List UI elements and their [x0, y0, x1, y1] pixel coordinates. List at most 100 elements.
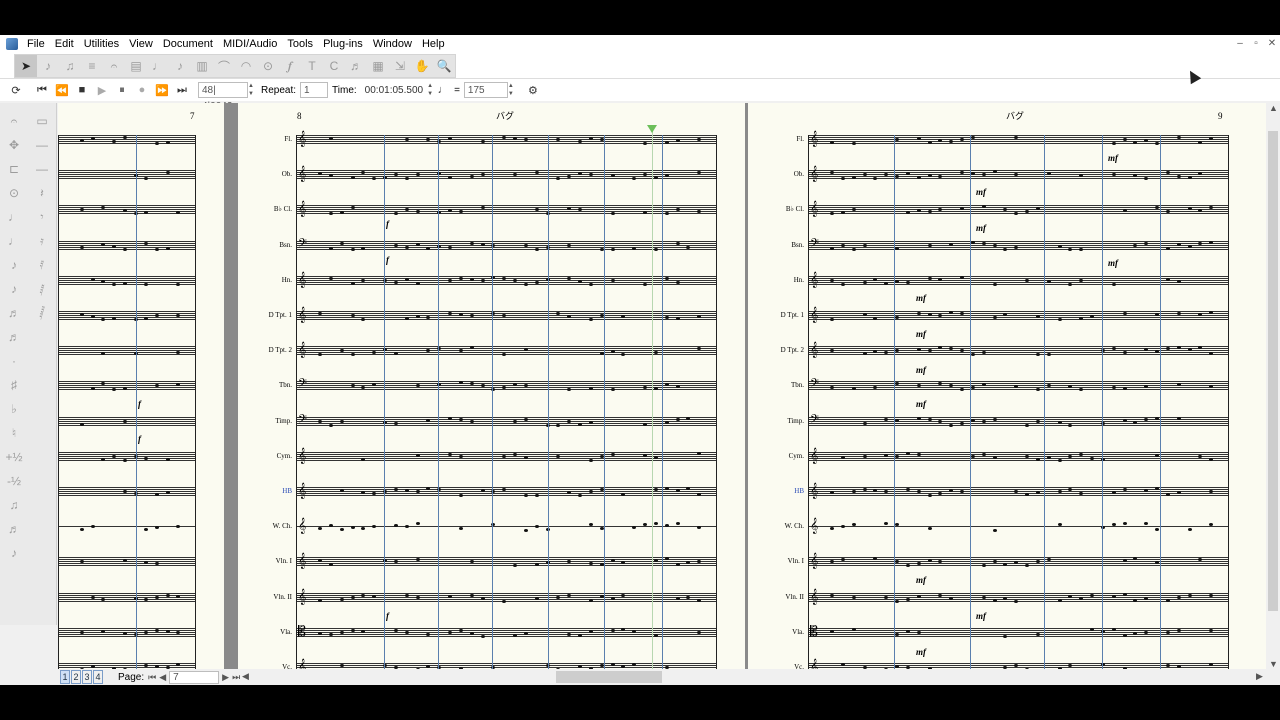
- smart-shape-icon[interactable]: ≡: [81, 55, 103, 77]
- half-step-down-icon[interactable]: -½: [3, 469, 25, 493]
- last-page-icon[interactable]: ⏭: [232, 672, 240, 683]
- playback-position-marker-icon[interactable]: [647, 125, 657, 133]
- scroll-up-icon[interactable]: ▲: [1269, 103, 1278, 113]
- flat-icon[interactable]: ♭: [3, 397, 25, 421]
- pause-icon[interactable]: ⏸: [112, 80, 132, 100]
- speedy-entry-icon[interactable]: ♪: [37, 55, 59, 77]
- hundredtwentyeighth-rest-icon[interactable]: 𝅁: [31, 277, 53, 301]
- menu-view[interactable]: View: [124, 35, 158, 53]
- horizontal-scroll-thumb[interactable]: [556, 671, 662, 683]
- play-icon[interactable]: ▶: [92, 80, 112, 100]
- half-rest-icon[interactable]: —: [31, 133, 53, 157]
- menu-help[interactable]: Help: [417, 35, 450, 53]
- quarter-rest-icon[interactable]: —: [31, 157, 53, 181]
- grace-icon[interactable]: ♪: [3, 541, 25, 565]
- articulation-icon[interactable]: 𝄐: [103, 55, 125, 77]
- lyrics-icon[interactable]: ♬: [345, 55, 367, 77]
- thirtysecond-rest-icon[interactable]: 𝄿: [31, 229, 53, 253]
- page-tab-1[interactable]: 1: [60, 670, 70, 684]
- expression-icon[interactable]: 𝆑: [279, 55, 301, 77]
- menu-midi-audio[interactable]: MIDI/Audio: [218, 35, 282, 53]
- page-layout-icon[interactable]: ▦: [367, 55, 389, 77]
- sixteenth-rest-icon[interactable]: 𝄾: [31, 205, 53, 229]
- counter-spinner[interactable]: ▲ ▼: [248, 82, 257, 98]
- vertical-scroll-thumb[interactable]: [1268, 131, 1278, 611]
- text-tool-icon[interactable]: T: [301, 55, 323, 77]
- rewind-icon[interactable]: ⏪: [52, 80, 72, 100]
- whole-rest-icon[interactable]: ▭: [31, 109, 53, 133]
- tempo-field[interactable]: 175: [463, 82, 508, 98]
- eighth-note-icon[interactable]: ♪: [3, 277, 25, 301]
- measure-counter-field[interactable]: 48| 4|0042: [198, 82, 248, 112]
- beam-icon[interactable]: ♫: [3, 493, 25, 517]
- triplet-icon[interactable]: ♬: [3, 517, 25, 541]
- scroll-down-icon[interactable]: ▼: [1269, 659, 1278, 669]
- sixteenth-note-icon[interactable]: ♬: [3, 301, 25, 325]
- rest-icon[interactable]: ♪: [169, 55, 191, 77]
- scroll-left-icon[interactable]: ◀: [242, 671, 249, 682]
- page-tab-3[interactable]: 3: [82, 670, 92, 684]
- move-icon[interactable]: ✥: [3, 133, 25, 157]
- score-view[interactable]: 7 f f 8 バグ Fl. 𝄞 Ob. 𝄞 B♭ Cl. 𝄞 Bsn. 𝄢 Hn. 𝄞 D Tpt.…: [58, 103, 1266, 669]
- rewind-start-icon[interactable]: ⏮: [32, 80, 52, 100]
- time-spinner[interactable]: ▲ ▼: [427, 82, 436, 98]
- selection-tool-icon[interactable]: ➤: [15, 55, 37, 77]
- next-page-icon[interactable]: ▶: [222, 672, 229, 683]
- notehead: [165, 491, 170, 494]
- first-page-icon[interactable]: ⏮: [148, 672, 156, 683]
- resize-icon[interactable]: ⇲: [389, 55, 411, 77]
- minimize-button[interactable]: –: [1232, 35, 1248, 53]
- tuplet-icon[interactable]: ⊏: [3, 157, 25, 181]
- measure-tool-icon[interactable]: ▥: [191, 55, 213, 77]
- scroll-right-icon[interactable]: ▶: [1256, 671, 1263, 682]
- menu-window[interactable]: Window: [368, 35, 417, 53]
- slur-icon[interactable]: ◠: [235, 55, 257, 77]
- menu-document[interactable]: Document: [158, 35, 218, 53]
- stop-icon[interactable]: ■: [72, 80, 92, 100]
- whole-note-icon[interactable]: ♩: [3, 205, 25, 229]
- quarter-note-icon[interactable]: ♪: [3, 253, 25, 277]
- menu-tools[interactable]: Tools: [282, 35, 318, 53]
- eighth-rest-icon[interactable]: 𝄽: [31, 181, 53, 205]
- page-tab-2[interactable]: 2: [71, 670, 81, 684]
- record-icon[interactable]: ●: [132, 80, 152, 100]
- staff-line: [58, 242, 195, 244]
- previous-page-icon[interactable]: ◀: [159, 672, 166, 683]
- eraser-icon[interactable]: 𝄐: [3, 109, 25, 133]
- page-number-field[interactable]: 7: [169, 670, 220, 684]
- close-button[interactable]: ✕: [1264, 35, 1280, 53]
- half-note-icon[interactable]: ♩: [3, 229, 25, 253]
- restore-button[interactable]: ▫: [1248, 35, 1264, 53]
- chord-icon[interactable]: C: [323, 55, 345, 77]
- tie-icon[interactable]: ⌒: [213, 55, 235, 77]
- simple-entry-icon[interactable]: ♫: [59, 55, 81, 77]
- playback-cursor[interactable]: [652, 129, 653, 669]
- fast-forward-icon[interactable]: ⏩: [152, 80, 172, 100]
- menu-file[interactable]: File: [22, 35, 50, 53]
- note-icon[interactable]: ♩: [147, 55, 169, 77]
- vertical-scrollbar[interactable]: ▲ ▼: [1266, 103, 1280, 669]
- sharp-icon[interactable]: ♯: [3, 373, 25, 397]
- half-step-up-icon[interactable]: +½: [3, 445, 25, 469]
- grace-note-icon[interactable]: ⊙: [3, 181, 25, 205]
- dynamic-marking: mf: [976, 223, 986, 233]
- loop-icon[interactable]: ⟳: [6, 80, 26, 100]
- forward-end-icon[interactable]: ⏭: [172, 80, 192, 100]
- page-tab-4[interactable]: 4: [93, 670, 103, 684]
- thirtysecond-note-icon[interactable]: ♬: [3, 325, 25, 349]
- repeat-select[interactable]: 1: [300, 82, 329, 98]
- repeat-icon[interactable]: ⊙: [257, 55, 279, 77]
- long-rest-icon[interactable]: 𝅂: [31, 301, 53, 325]
- menu-plug-ins[interactable]: Plug-ins: [318, 35, 368, 53]
- zoom-icon[interactable]: 🔍: [433, 55, 455, 77]
- menu-utilities[interactable]: Utilities: [79, 35, 124, 53]
- playback-settings-gear-icon[interactable]: ⚙: [523, 80, 543, 100]
- hand-grabber-icon[interactable]: ✋: [411, 55, 433, 77]
- quarter-note-icon[interactable]: ♩: [436, 80, 450, 100]
- staff-tool-icon[interactable]: ▤: [125, 55, 147, 77]
- menu-edit[interactable]: Edit: [50, 35, 79, 53]
- natural-icon[interactable]: ♮: [3, 421, 25, 445]
- tempo-spinner[interactable]: ▲ ▼: [508, 82, 517, 98]
- dot-icon[interactable]: ·: [3, 349, 25, 373]
- sixtyfourth-rest-icon[interactable]: 𝅀: [31, 253, 53, 277]
